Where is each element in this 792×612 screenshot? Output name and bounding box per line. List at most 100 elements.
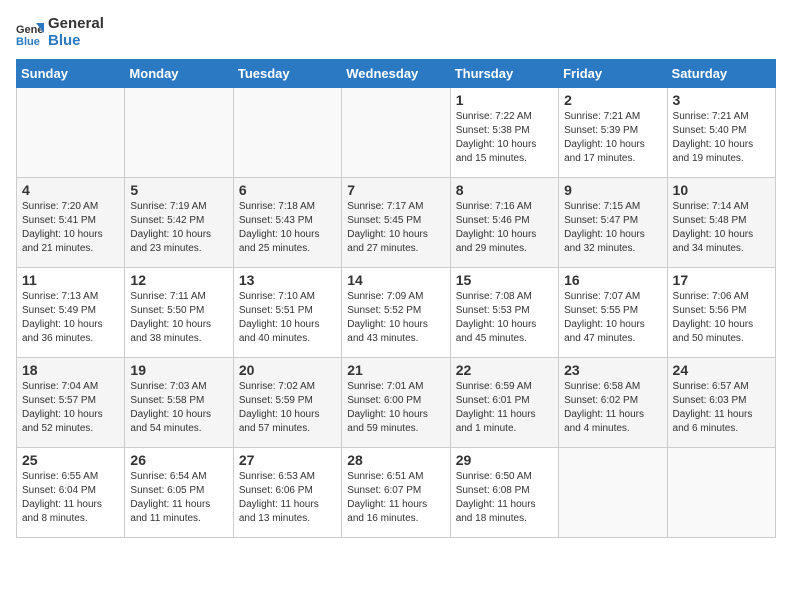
day-number: 18 xyxy=(22,362,119,378)
calendar-table: SundayMondayTuesdayWednesdayThursdayFrid… xyxy=(16,59,776,538)
calendar-cell: 5 Sunrise: 7:19 AM Sunset: 5:42 PM Daylig… xyxy=(125,178,233,268)
calendar-cell: 11 Sunrise: 7:13 AM Sunset: 5:49 PM Dayli… xyxy=(17,268,125,358)
calendar-cell: 20 Sunrise: 7:02 AM Sunset: 5:59 PM Dayli… xyxy=(233,358,341,448)
day-number: 20 xyxy=(239,362,336,378)
page-header: General Blue General Blue xyxy=(16,16,776,49)
calendar-cell: 17 Sunrise: 7:06 AM Sunset: 5:56 PM Dayli… xyxy=(667,268,775,358)
calendar-cell: 29 Sunrise: 6:50 AM Sunset: 6:08 PM Dayli… xyxy=(450,448,558,538)
day-info: Sunrise: 7:16 AM Sunset: 5:46 PM Dayligh… xyxy=(456,200,553,256)
day-info: Sunrise: 7:06 AM Sunset: 5:56 PM Dayligh… xyxy=(673,290,770,346)
calendar-week-row: 18 Sunrise: 7:04 AM Sunset: 5:57 PM Dayli… xyxy=(17,358,776,448)
calendar-cell: 22Sunrise: 6:59 AM Sunset: 6:01 PM Dayli… xyxy=(450,358,558,448)
day-info: Sunrise: 6:58 AM Sunset: 6:02 PM Dayligh… xyxy=(564,380,661,436)
day-info: Sunrise: 7:09 AM Sunset: 5:52 PM Dayligh… xyxy=(347,290,444,346)
day-number: 6 xyxy=(239,182,336,198)
weekday-header-sunday: Sunday xyxy=(17,60,125,88)
calendar-cell: 9Sunrise: 7:15 AM Sunset: 5:47 PM Daylig… xyxy=(559,178,667,268)
day-info: Sunrise: 7:04 AM Sunset: 5:57 PM Dayligh… xyxy=(22,380,119,436)
weekday-header-wednesday: Wednesday xyxy=(342,60,450,88)
calendar-cell: 8 Sunrise: 7:16 AM Sunset: 5:46 PM Daylig… xyxy=(450,178,558,268)
calendar-cell xyxy=(125,88,233,178)
day-info: Sunrise: 7:10 AM Sunset: 5:51 PM Dayligh… xyxy=(239,290,336,346)
day-number: 24 xyxy=(673,362,770,378)
day-number: 1 xyxy=(456,92,553,108)
day-info: Sunrise: 7:13 AM Sunset: 5:49 PM Dayligh… xyxy=(22,290,119,346)
calendar-cell: 26Sunrise: 6:54 AM Sunset: 6:05 PM Dayli… xyxy=(125,448,233,538)
day-info: Sunrise: 6:51 AM Sunset: 6:07 PM Dayligh… xyxy=(347,470,444,526)
calendar-week-row: 1 Sunrise: 7:22 AM Sunset: 5:38 PM Daylig… xyxy=(17,88,776,178)
day-info: Sunrise: 6:53 AM Sunset: 6:06 PM Dayligh… xyxy=(239,470,336,526)
day-number: 27 xyxy=(239,452,336,468)
weekday-header-saturday: Saturday xyxy=(667,60,775,88)
calendar-cell xyxy=(342,88,450,178)
day-number: 29 xyxy=(456,452,553,468)
day-number: 8 xyxy=(456,182,553,198)
day-number: 4 xyxy=(22,182,119,198)
calendar-cell: 25 Sunrise: 6:55 AM Sunset: 6:04 PM Dayli… xyxy=(17,448,125,538)
day-number: 17 xyxy=(673,272,770,288)
day-number: 5 xyxy=(130,182,227,198)
calendar-cell: 4 Sunrise: 7:20 AM Sunset: 5:41 PM Daylig… xyxy=(17,178,125,268)
calendar-cell: 2 Sunrise: 7:21 AM Sunset: 5:39 PM Daylig… xyxy=(559,88,667,178)
day-info: Sunrise: 7:14 AM Sunset: 5:48 PM Dayligh… xyxy=(673,200,770,256)
day-number: 9 xyxy=(564,182,661,198)
calendar-cell: 6 Sunrise: 7:18 AM Sunset: 5:43 PM Daylig… xyxy=(233,178,341,268)
logo-text-blue: Blue xyxy=(48,33,104,50)
day-info: Sunrise: 7:08 AM Sunset: 5:53 PM Dayligh… xyxy=(456,290,553,346)
day-info: Sunrise: 7:19 AM Sunset: 5:42 PM Dayligh… xyxy=(130,200,227,256)
calendar-cell: 15 Sunrise: 7:08 AM Sunset: 5:53 PM Dayli… xyxy=(450,268,558,358)
calendar-cell: 16Sunrise: 7:07 AM Sunset: 5:55 PM Dayli… xyxy=(559,268,667,358)
day-number: 15 xyxy=(456,272,553,288)
logo: General Blue General Blue xyxy=(16,16,104,49)
calendar-cell xyxy=(233,88,341,178)
day-info: Sunrise: 7:11 AM Sunset: 5:50 PM Dayligh… xyxy=(130,290,227,346)
day-number: 19 xyxy=(130,362,227,378)
day-info: Sunrise: 7:21 AM Sunset: 5:40 PM Dayligh… xyxy=(673,110,770,166)
weekday-header-friday: Friday xyxy=(559,60,667,88)
day-info: Sunrise: 6:57 AM Sunset: 6:03 PM Dayligh… xyxy=(673,380,770,436)
calendar-cell xyxy=(559,448,667,538)
day-info: Sunrise: 6:59 AM Sunset: 6:01 PM Dayligh… xyxy=(456,380,553,436)
calendar-cell: 7 Sunrise: 7:17 AM Sunset: 5:45 PM Daylig… xyxy=(342,178,450,268)
day-number: 3 xyxy=(673,92,770,108)
calendar-cell: 23Sunrise: 6:58 AM Sunset: 6:02 PM Dayli… xyxy=(559,358,667,448)
day-info: Sunrise: 6:54 AM Sunset: 6:05 PM Dayligh… xyxy=(130,470,227,526)
day-info: Sunrise: 7:18 AM Sunset: 5:43 PM Dayligh… xyxy=(239,200,336,256)
day-info: Sunrise: 6:55 AM Sunset: 6:04 PM Dayligh… xyxy=(22,470,119,526)
svg-text:Blue: Blue xyxy=(16,36,40,47)
calendar-cell: 24 Sunrise: 6:57 AM Sunset: 6:03 PM Dayli… xyxy=(667,358,775,448)
day-number: 28 xyxy=(347,452,444,468)
calendar-cell: 1 Sunrise: 7:22 AM Sunset: 5:38 PM Daylig… xyxy=(450,88,558,178)
day-info: Sunrise: 7:01 AM Sunset: 6:00 PM Dayligh… xyxy=(347,380,444,436)
day-number: 11 xyxy=(22,272,119,288)
calendar-cell: 27 Sunrise: 6:53 AM Sunset: 6:06 PM Dayli… xyxy=(233,448,341,538)
calendar-cell: 28 Sunrise: 6:51 AM Sunset: 6:07 PM Dayli… xyxy=(342,448,450,538)
calendar-cell: 3 Sunrise: 7:21 AM Sunset: 5:40 PM Daylig… xyxy=(667,88,775,178)
calendar-cell: 10Sunrise: 7:14 AM Sunset: 5:48 PM Dayli… xyxy=(667,178,775,268)
day-number: 12 xyxy=(130,272,227,288)
day-number: 25 xyxy=(22,452,119,468)
weekday-header-thursday: Thursday xyxy=(450,60,558,88)
day-number: 13 xyxy=(239,272,336,288)
calendar-cell: 13 Sunrise: 7:10 AM Sunset: 5:51 PM Dayli… xyxy=(233,268,341,358)
day-info: Sunrise: 6:50 AM Sunset: 6:08 PM Dayligh… xyxy=(456,470,553,526)
day-number: 7 xyxy=(347,182,444,198)
calendar-cell: 21Sunrise: 7:01 AM Sunset: 6:00 PM Dayli… xyxy=(342,358,450,448)
calendar-week-row: 4 Sunrise: 7:20 AM Sunset: 5:41 PM Daylig… xyxy=(17,178,776,268)
weekday-header-row: SundayMondayTuesdayWednesdayThursdayFrid… xyxy=(17,60,776,88)
day-info: Sunrise: 7:02 AM Sunset: 5:59 PM Dayligh… xyxy=(239,380,336,436)
day-info: Sunrise: 7:20 AM Sunset: 5:41 PM Dayligh… xyxy=(22,200,119,256)
day-info: Sunrise: 7:22 AM Sunset: 5:38 PM Dayligh… xyxy=(456,110,553,166)
day-info: Sunrise: 7:17 AM Sunset: 5:45 PM Dayligh… xyxy=(347,200,444,256)
calendar-week-row: 25 Sunrise: 6:55 AM Sunset: 6:04 PM Dayli… xyxy=(17,448,776,538)
day-info: Sunrise: 7:03 AM Sunset: 5:58 PM Dayligh… xyxy=(130,380,227,436)
calendar-cell: 14Sunrise: 7:09 AM Sunset: 5:52 PM Dayli… xyxy=(342,268,450,358)
day-info: Sunrise: 7:21 AM Sunset: 5:39 PM Dayligh… xyxy=(564,110,661,166)
weekday-header-tuesday: Tuesday xyxy=(233,60,341,88)
calendar-cell: 19 Sunrise: 7:03 AM Sunset: 5:58 PM Dayli… xyxy=(125,358,233,448)
day-info: Sunrise: 7:07 AM Sunset: 5:55 PM Dayligh… xyxy=(564,290,661,346)
logo-text-general: General xyxy=(48,16,104,33)
day-number: 2 xyxy=(564,92,661,108)
logo-icon: General Blue xyxy=(16,19,44,47)
calendar-cell: 18 Sunrise: 7:04 AM Sunset: 5:57 PM Dayli… xyxy=(17,358,125,448)
